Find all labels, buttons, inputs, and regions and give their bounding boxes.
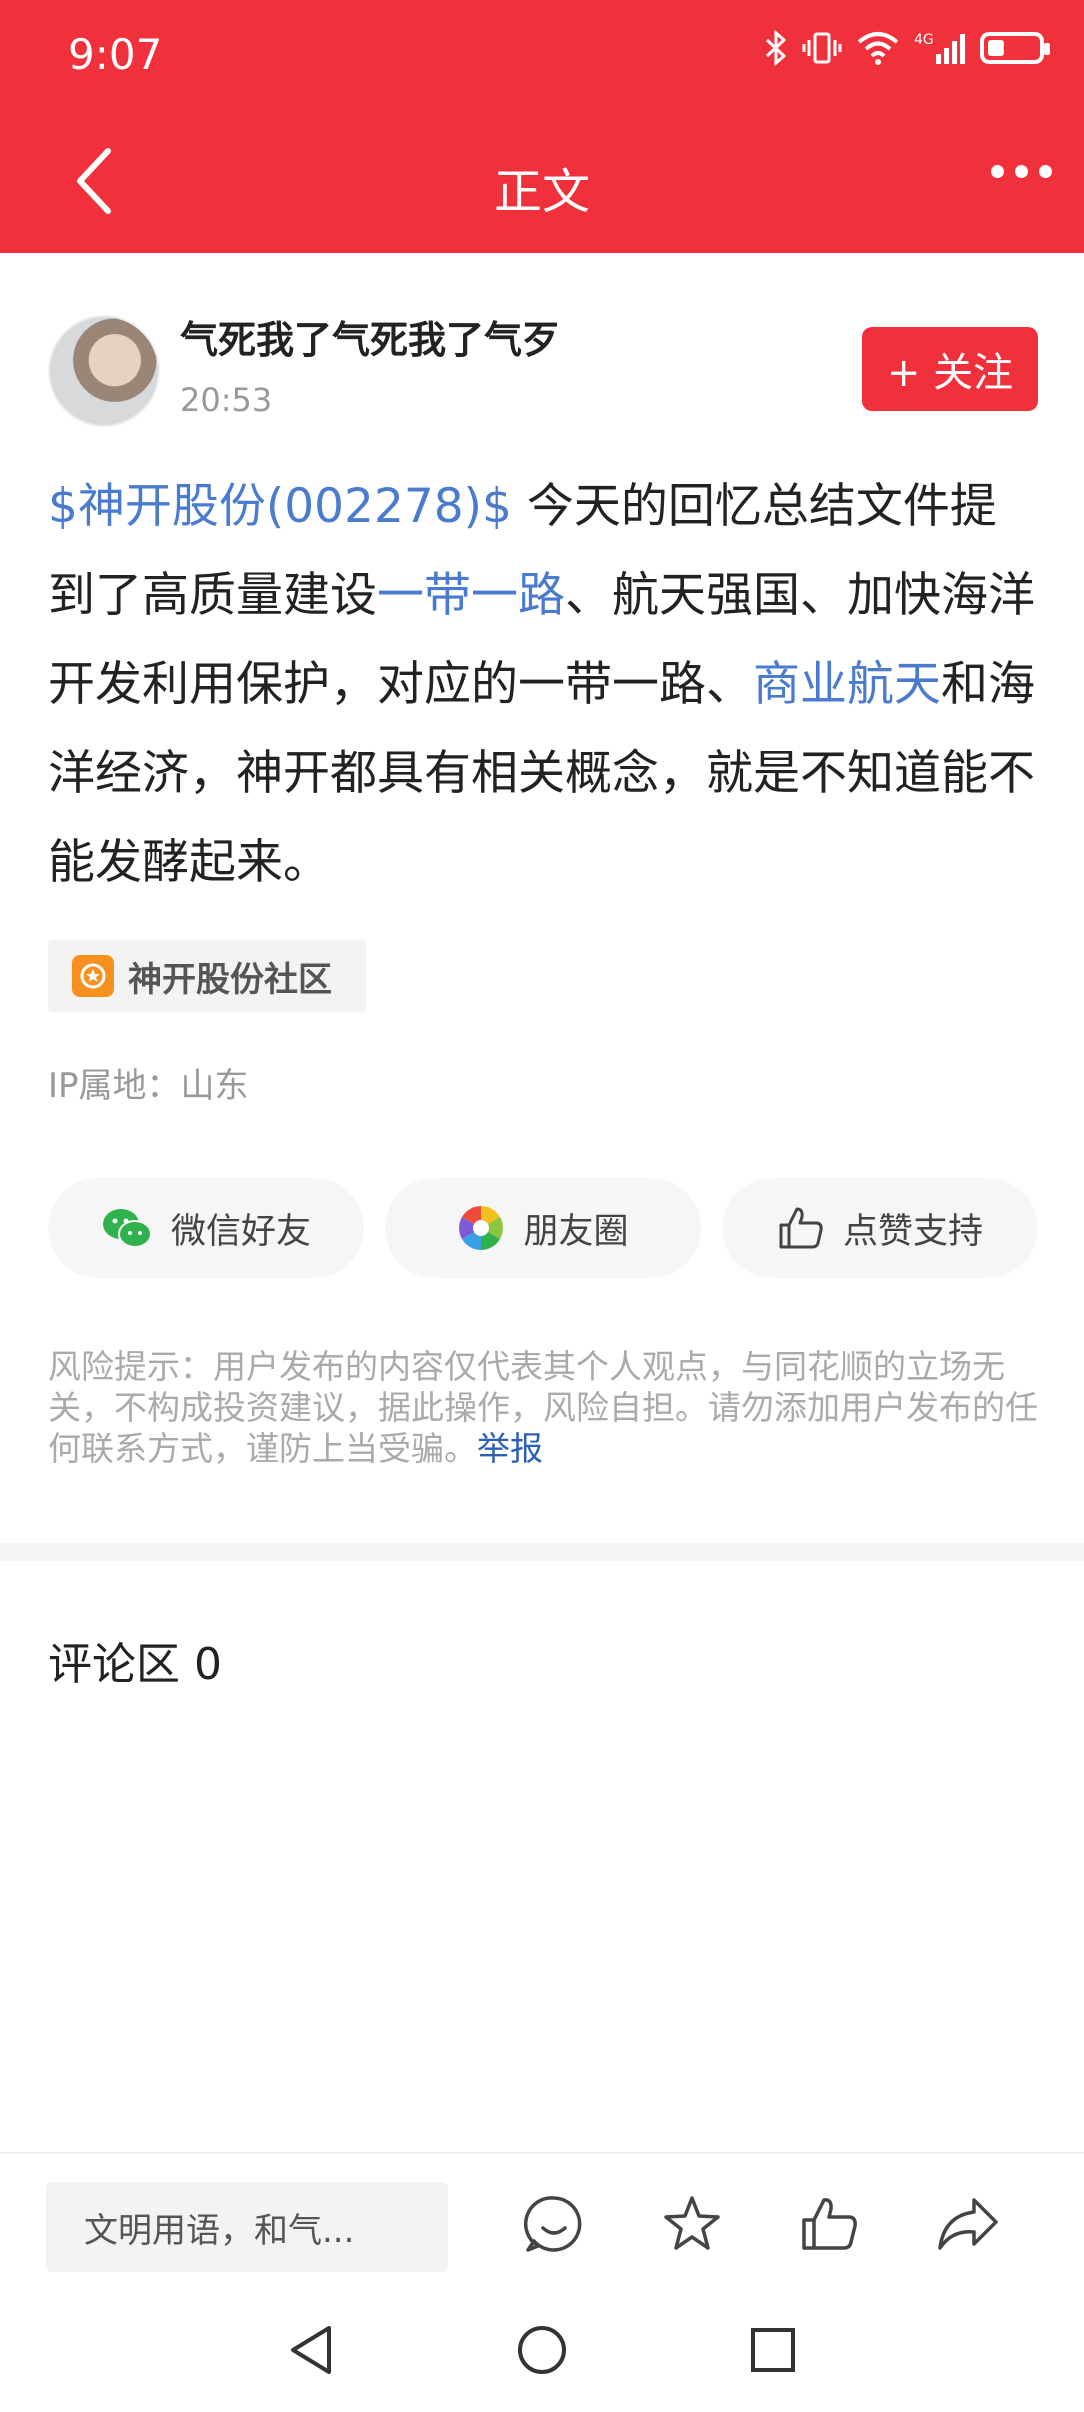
- post-content: $神开股份(002278)$ 今天的回忆总结文件提到了高质量建设一带一路、航天强…: [48, 462, 1038, 907]
- topic-link-belt-road[interactable]: 一带一路: [377, 568, 565, 623]
- section-divider: [0, 1543, 1084, 1561]
- signal-icon: 4G: [914, 32, 965, 64]
- post-time: 20:53: [180, 381, 273, 419]
- community-icon: [72, 955, 114, 997]
- community-tag[interactable]: 神开股份社区: [48, 940, 366, 1012]
- wechat-icon: [101, 1206, 153, 1250]
- comment-icon[interactable]: [522, 2192, 586, 2256]
- comments-title: 评论区 0: [48, 1639, 222, 1690]
- thumbs-up-icon: [777, 1205, 825, 1251]
- moments-icon: [457, 1204, 505, 1252]
- like-support-label: 点赞支持: [842, 1211, 983, 1252]
- follow-button[interactable]: + 关注: [862, 327, 1038, 411]
- avatar[interactable]: [48, 315, 160, 427]
- nav-home-icon[interactable]: [514, 2322, 570, 2378]
- like-support-button[interactable]: 点赞支持: [722, 1178, 1038, 1278]
- favorite-star-icon[interactable]: [660, 2192, 724, 2256]
- share-row: 微信好友 朋友圈 点赞支持: [48, 1178, 1038, 1278]
- like-icon[interactable]: [798, 2192, 862, 2256]
- topic-link-commercial-space[interactable]: 商业航天: [753, 657, 941, 712]
- battery-icon: [980, 32, 1050, 64]
- share-moments-label: 朋友圈: [523, 1211, 629, 1252]
- system-nav-bar: [0, 2286, 1084, 2412]
- share-wechat-button[interactable]: 微信好友: [48, 1178, 364, 1278]
- bluetooth-icon: [765, 30, 787, 66]
- disclaimer-text: 风险提示：用户发布的内容仅代表其个人观点，与同花顺的立场无关，不构成投资建议，据…: [48, 1347, 1038, 1468]
- status-icons: 4G: [764, 30, 1050, 66]
- share-icon[interactable]: [936, 2192, 1000, 2256]
- share-wechat-label: 微信好友: [170, 1211, 311, 1252]
- stock-link[interactable]: $神开股份(002278)$: [48, 479, 512, 534]
- risk-disclaimer: 风险提示：用户发布的内容仅代表其个人观点，与同花顺的立场无关，不构成投资建议，据…: [48, 1346, 1043, 1469]
- ip-location: IP属地：山东: [48, 1066, 249, 1106]
- share-moments-button[interactable]: 朋友圈: [385, 1178, 701, 1278]
- bottom-action-bar: 文明用语，和气...: [0, 2152, 1084, 2288]
- status-time: 9:07: [68, 30, 163, 79]
- community-tag-label: 神开股份社区: [128, 959, 332, 1000]
- comment-input[interactable]: 文明用语，和气...: [46, 2182, 448, 2272]
- more-options-button[interactable]: [991, 165, 1052, 178]
- svg-text:4G: 4G: [914, 32, 934, 48]
- report-link[interactable]: 举报: [477, 1429, 543, 1468]
- page-title: 正文: [493, 164, 590, 220]
- nav-back-icon[interactable]: [283, 2322, 339, 2378]
- vibrate-icon: [802, 32, 842, 64]
- author-row: 气死我了气死我了气歹 20:53 + 关注: [48, 315, 1038, 427]
- top-header: 9:07 4G 正文: [0, 0, 1084, 253]
- wifi-icon: [857, 32, 899, 65]
- nav-recents-icon[interactable]: [745, 2322, 801, 2378]
- author-name[interactable]: 气死我了气死我了气歹: [180, 309, 560, 364]
